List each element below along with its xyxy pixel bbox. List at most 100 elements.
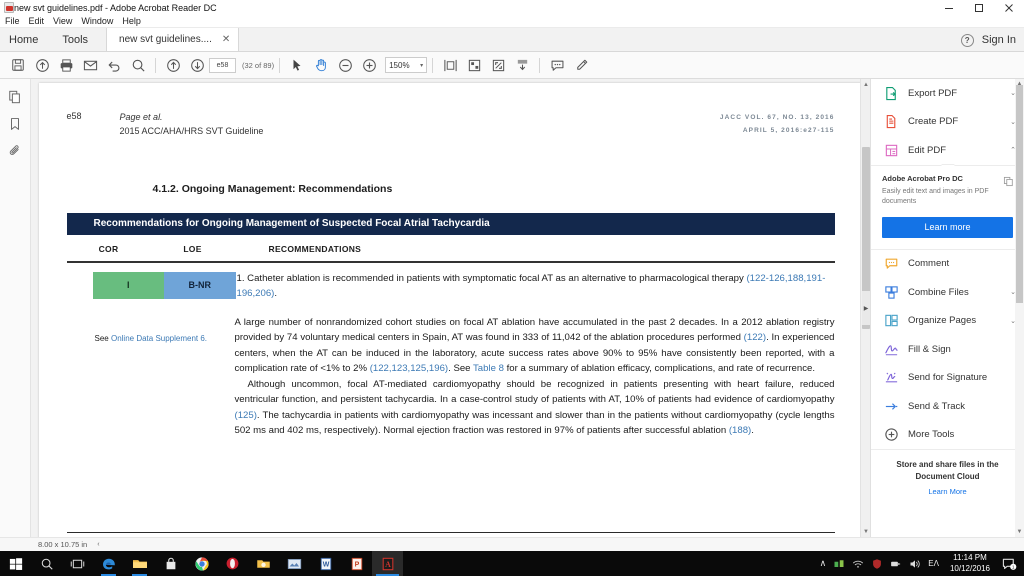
previous-page-icon[interactable] [161,53,185,77]
tools-scroll-down-icon[interactable]: ▼ [1015,527,1024,537]
menu-edit[interactable]: Edit [29,16,45,26]
scroll-mode-icon[interactable] [510,53,534,77]
powerpoint-icon[interactable]: P [341,551,372,576]
tool-create-pdf[interactable]: Create PDF ⌄ [871,108,1024,137]
comment-icon[interactable] [545,53,569,77]
acrobat-pro-promo: Adobe Acrobat Pro DC Easily edit text an… [871,164,1024,250]
microsoft-store-icon[interactable] [155,551,186,576]
bluetooth-icon[interactable] [890,558,902,570]
menu-view[interactable]: View [53,16,72,26]
tool-more-tools[interactable]: More Tools [871,421,1024,450]
acrobat-icon[interactable]: A [372,551,403,576]
document-cloud-block: Store and share files in the Document Cl… [871,449,1024,505]
supplement-link[interactable]: Online Data Supplement 6. [111,334,207,343]
tab-close-icon[interactable]: ✕ [222,34,230,45]
tools-scrollbar-thumb[interactable] [1016,85,1023,303]
clock[interactable]: 11:14 PM 10/12/2016 [950,553,990,574]
help-icon[interactable]: ? [960,33,974,47]
notification-center-icon[interactable]: 1 [1001,555,1018,572]
tool-comment-label: Comment [908,258,950,270]
tool-combine-files[interactable]: Combine Files ⌄ [871,278,1024,307]
ref-188[interactable]: (188) [729,425,751,436]
pane-collapse-handle[interactable]: ▶ [862,291,870,325]
scroll-down-arrow-icon[interactable]: ▼ [861,526,870,537]
tool-edit-pdf[interactable]: Edit PDF ⌃ [871,136,1024,165]
edge-icon[interactable] [93,551,124,576]
tool-send-and-track-label: Send & Track [908,400,966,412]
chrome-icon[interactable] [186,551,217,576]
ref-table-8[interactable]: Table 8 [473,363,504,374]
menu-help[interactable]: Help [122,16,141,26]
tools-pane-scrollbar[interactable]: ▲ ▼ [1015,79,1024,537]
save-icon[interactable] [6,53,30,77]
email-icon[interactable] [78,53,102,77]
tab-home[interactable]: Home [0,28,50,51]
tool-organize-pages[interactable]: Organize Pages ⌄ [871,307,1024,336]
highlight-icon[interactable] [569,53,593,77]
sign-in-button[interactable]: Sign In [982,34,1016,46]
hand-tool-icon[interactable] [309,53,333,77]
wifi-icon[interactable] [852,558,864,570]
page-dimensions-label: 8.00 x 10.75 in [38,540,88,549]
page-display-icon[interactable] [462,53,486,77]
ref-122[interactable]: (122) [744,332,766,343]
file-explorer-icon[interactable] [124,551,155,576]
learn-more-button[interactable]: Learn more [882,216,1013,238]
ref-122-123-125-196[interactable]: (122,123,125,196) [370,363,448,374]
document-cloud-learn-more-link[interactable]: Learn More [881,487,1014,496]
page-thumbnails-icon[interactable] [7,88,24,105]
bookmarks-icon[interactable] [7,115,24,132]
menu-window[interactable]: Window [81,16,113,26]
zoom-in-icon[interactable] [357,53,381,77]
next-page-icon[interactable] [185,53,209,77]
ref-125[interactable]: (125) [235,410,257,421]
fullscreen-icon[interactable] [486,53,510,77]
upload-icon[interactable] [30,53,54,77]
window-controls [934,0,1024,15]
tool-comment[interactable]: Comment [871,250,1024,279]
picture-viewer-icon[interactable] [279,551,310,576]
windows-start-icon[interactable] [0,551,31,576]
page-bottom-rule [66,532,835,533]
zoom-level-select[interactable]: 150% ▾ [385,57,428,73]
minimize-button[interactable] [934,0,964,15]
scroll-up-arrow-icon[interactable]: ▲ [861,79,870,90]
navigation-rail [0,79,31,537]
menu-file[interactable]: File [5,16,20,26]
tool-send-for-signature[interactable]: Send for Signature [871,364,1024,393]
opera-icon[interactable] [217,551,248,576]
volume-icon[interactable] [909,558,921,570]
tray-overflow-icon[interactable]: ∧ [820,559,827,568]
attachments-icon[interactable] [7,142,24,159]
copy-icon[interactable] [1003,174,1014,192]
print-icon[interactable] [54,53,78,77]
tab-tools[interactable]: Tools [50,28,100,51]
tab-document[interactable]: new svt guidelines.... ✕ [106,28,240,51]
recommendation-text: 1. Catheter ablation is recommended in p… [235,272,835,302]
folder-icon[interactable] [248,551,279,576]
word-icon[interactable]: W [310,551,341,576]
search-icon[interactable] [126,53,150,77]
search-icon[interactable] [31,551,62,576]
security-icon[interactable] [871,558,883,570]
section-heading: 4.1.2. Ongoing Management: Recommendatio… [152,182,393,195]
maximize-button[interactable] [964,0,994,15]
statusbar-collapse-icon[interactable]: ‹ [97,541,99,548]
document-viewport[interactable]: e58 Page et al. 2015 ACC/AHA/HRS SVT Gui… [31,79,870,537]
cor-loe-cell: I B-NR [67,271,236,302]
tool-send-and-track[interactable]: Send & Track [871,392,1024,421]
tool-export-pdf[interactable]: Export PDF ⌄ [871,79,1024,108]
tool-fill-and-sign[interactable]: Fill & Sign [871,335,1024,364]
page-number-input[interactable]: e58 [209,57,236,73]
tool-create-pdf-label: Create PDF [908,116,959,128]
tool-organize-pages-label: Organize Pages [908,315,977,327]
select-tool-icon[interactable] [285,53,309,77]
fit-width-icon[interactable] [438,53,462,77]
guideline-line: 2015 ACC/AHA/HRS SVT Guideline [119,125,264,136]
task-view-icon[interactable] [62,551,93,576]
network-icon[interactable] [833,558,845,570]
undo-icon[interactable] [102,53,126,77]
close-button[interactable] [994,0,1024,15]
language-indicator[interactable]: EΛ [928,559,939,568]
zoom-out-icon[interactable] [333,53,357,77]
